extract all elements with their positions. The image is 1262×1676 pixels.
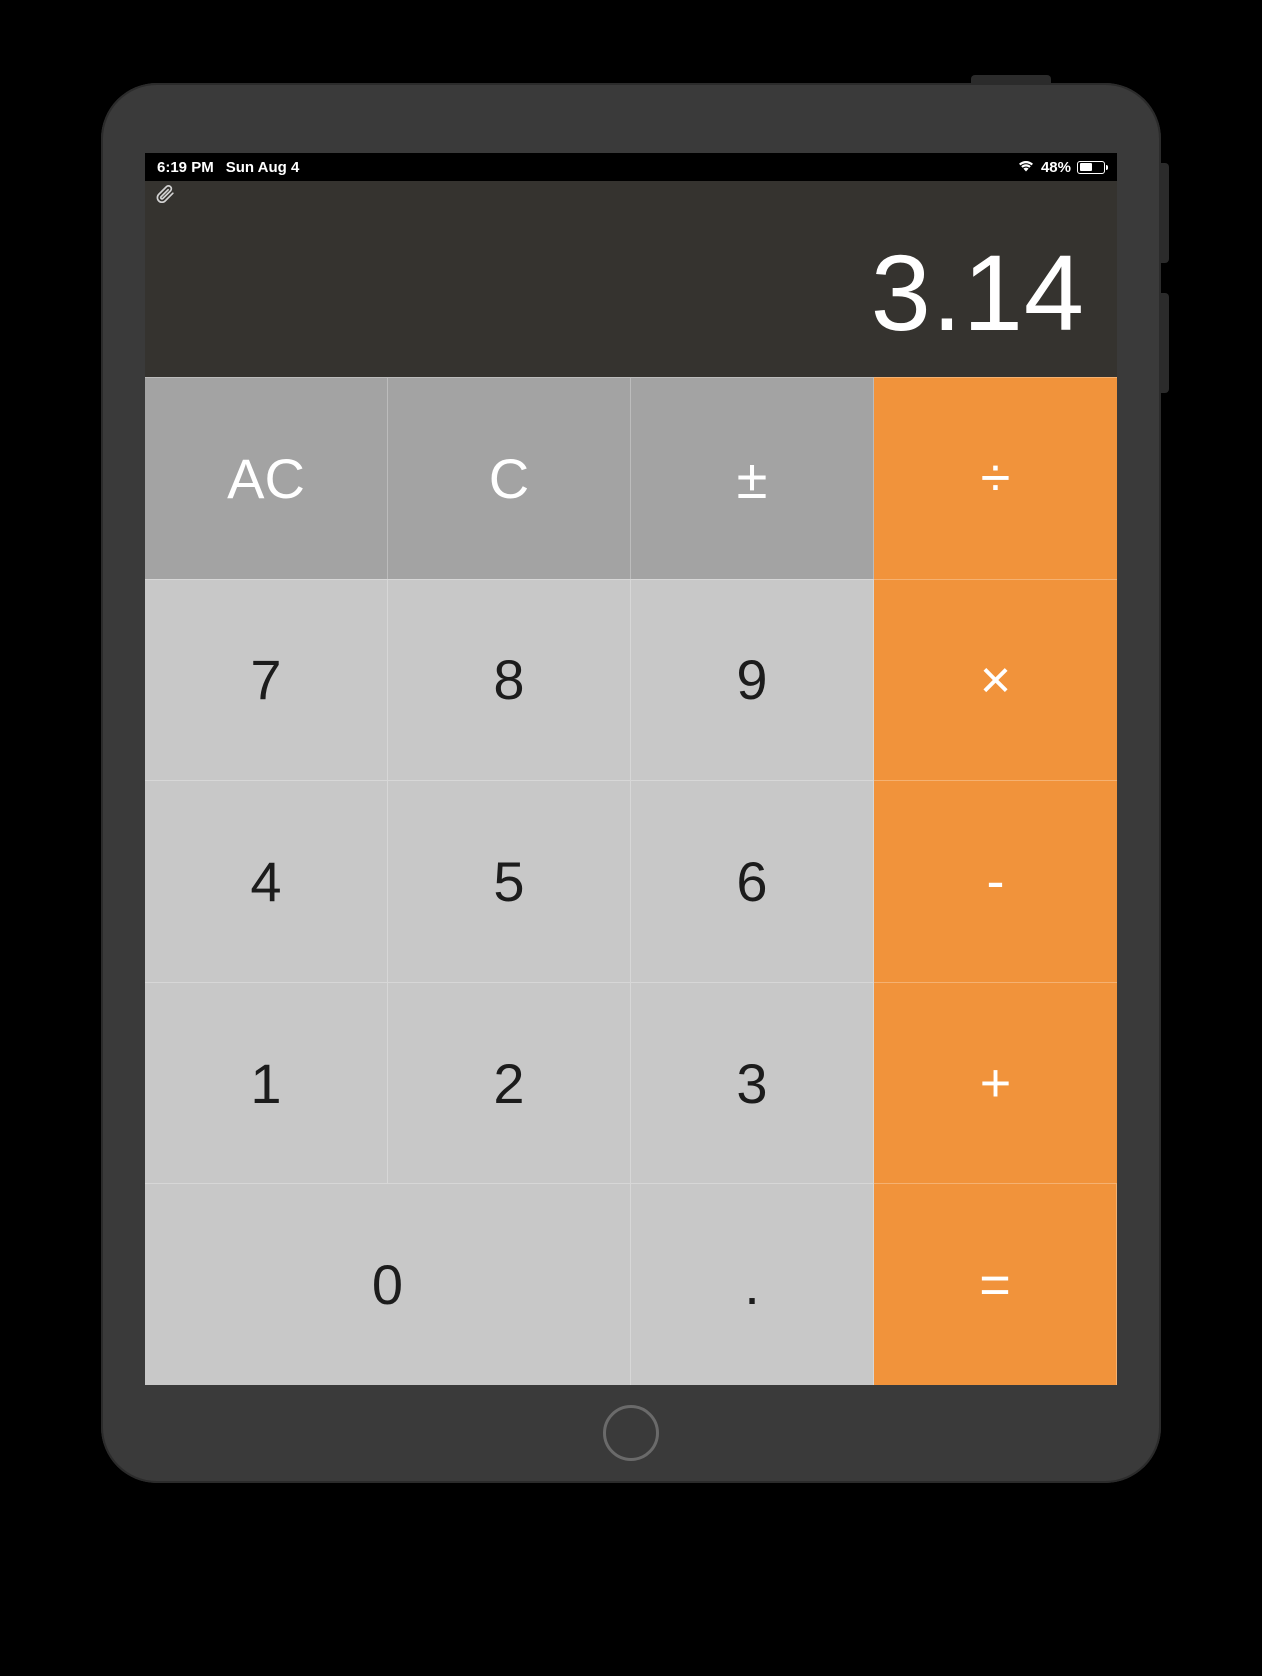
minus-button[interactable]: - bbox=[874, 780, 1117, 982]
digit-6-button[interactable]: 6 bbox=[631, 780, 874, 982]
tablet-device-frame: 6:19 PM Sun Aug 4 48% bbox=[101, 83, 1161, 1483]
app-toolbar bbox=[145, 181, 1117, 211]
battery-percent: 48% bbox=[1041, 159, 1071, 176]
multiply-button[interactable]: × bbox=[874, 579, 1117, 781]
digit-4-button[interactable]: 4 bbox=[145, 780, 388, 982]
wifi-icon bbox=[1017, 159, 1035, 176]
digit-5-button[interactable]: 5 bbox=[388, 780, 631, 982]
digit-7-button[interactable]: 7 bbox=[145, 579, 388, 781]
plus-button[interactable]: + bbox=[874, 982, 1117, 1184]
battery-icon bbox=[1077, 161, 1105, 174]
paperclip-icon[interactable] bbox=[155, 184, 175, 209]
status-left: 6:19 PM Sun Aug 4 bbox=[157, 159, 299, 176]
status-right: 48% bbox=[1017, 159, 1105, 176]
digit-1-button[interactable]: 1 bbox=[145, 982, 388, 1184]
home-button[interactable] bbox=[603, 1405, 659, 1461]
volume-up-button[interactable] bbox=[1161, 163, 1169, 263]
digit-0-button[interactable]: 0 bbox=[145, 1183, 631, 1385]
calculator-display: 3.14 bbox=[145, 211, 1117, 377]
digit-3-button[interactable]: 3 bbox=[631, 982, 874, 1184]
calculator-keypad: AC C ± ÷ 7 8 9 × 4 5 6 - 1 2 3 + 0 . = bbox=[145, 377, 1117, 1385]
all-clear-button[interactable]: AC bbox=[145, 377, 388, 579]
status-date: Sun Aug 4 bbox=[226, 159, 300, 176]
screen: 6:19 PM Sun Aug 4 48% bbox=[145, 153, 1117, 1385]
status-time: 6:19 PM bbox=[157, 159, 214, 176]
power-button[interactable] bbox=[971, 75, 1051, 83]
digit-2-button[interactable]: 2 bbox=[388, 982, 631, 1184]
status-bar: 6:19 PM Sun Aug 4 48% bbox=[145, 153, 1117, 181]
volume-down-button[interactable] bbox=[1161, 293, 1169, 393]
digit-9-button[interactable]: 9 bbox=[631, 579, 874, 781]
divide-button[interactable]: ÷ bbox=[874, 377, 1117, 579]
clear-button[interactable]: C bbox=[388, 377, 631, 579]
plus-minus-button[interactable]: ± bbox=[631, 377, 874, 579]
equals-button[interactable]: = bbox=[874, 1183, 1117, 1385]
digit-8-button[interactable]: 8 bbox=[388, 579, 631, 781]
decimal-button[interactable]: . bbox=[631, 1183, 874, 1385]
